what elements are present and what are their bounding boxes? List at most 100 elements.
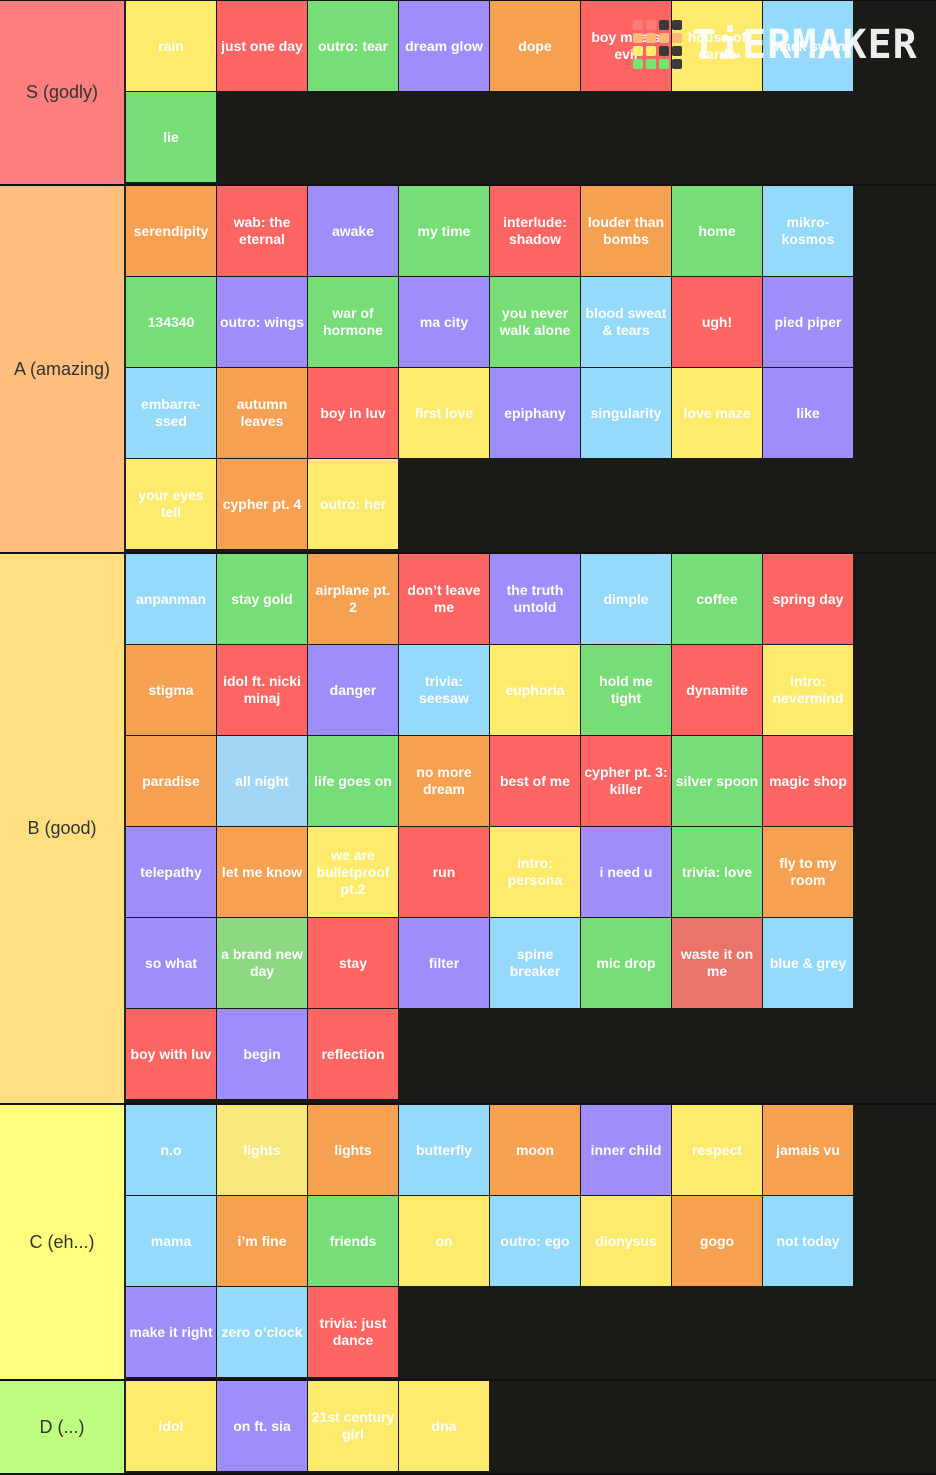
tier-item[interactable]: respect <box>672 1105 762 1195</box>
tier-item[interactable]: lie <box>126 92 216 182</box>
tier-item[interactable]: paradise <box>126 736 216 826</box>
tier-item[interactable]: don’t leave me <box>399 554 489 644</box>
tier-item[interactable]: war of hormone <box>308 277 398 367</box>
tier-item[interactable]: boy with luv <box>126 1009 216 1099</box>
tier-item[interactable]: outro: ego <box>490 1196 580 1286</box>
tier-item[interactable]: coffee <box>672 554 762 644</box>
tier-item[interactable]: spring day <box>763 554 853 644</box>
tier-item[interactable]: the truth untold <box>490 554 580 644</box>
tier-item[interactable]: n.o <box>126 1105 216 1195</box>
tier-item[interactable]: outro: tear <box>308 1 398 91</box>
tier-item[interactable]: waste it on me <box>672 918 762 1008</box>
tier-item[interactable]: love maze <box>672 368 762 458</box>
tier-item[interactable]: anpanman <box>126 554 216 644</box>
tier-item[interactable]: gogo <box>672 1196 762 1286</box>
tier-item[interactable]: moon <box>490 1105 580 1195</box>
tier-item[interactable]: awake <box>308 186 398 276</box>
tier-item[interactable]: singularity <box>581 368 671 458</box>
tier-item[interactable]: 134340 <box>126 277 216 367</box>
tier-item[interactable]: filter <box>399 918 489 1008</box>
tier-item[interactable]: serendipity <box>126 186 216 276</box>
tier-item[interactable]: louder than bombs <box>581 186 671 276</box>
tier-item[interactable]: you never walk alone <box>490 277 580 367</box>
tier-item[interactable]: jamais vu <box>763 1105 853 1195</box>
tier-item[interactable]: blood sweat & tears <box>581 277 671 367</box>
tier-item[interactable]: idol <box>126 1381 216 1471</box>
tier-item[interactable]: zero o’clock <box>217 1287 307 1377</box>
tier-item[interactable]: my time <box>399 186 489 276</box>
tier-item[interactable]: lights <box>217 1105 307 1195</box>
tier-item[interactable]: dynamite <box>672 645 762 735</box>
tier-item[interactable]: outro: her <box>308 459 398 549</box>
tier-item[interactable]: euphoria <box>490 645 580 735</box>
tier-item[interactable]: embarra-ssed <box>126 368 216 458</box>
tier-item[interactable]: mic drop <box>581 918 671 1008</box>
tier-item[interactable]: idol ft. nicki minaj <box>217 645 307 735</box>
tier-item[interactable]: interlude: shadow <box>490 186 580 276</box>
tier-item[interactable]: 21st century girl <box>308 1381 398 1471</box>
tier-item[interactable]: run <box>399 827 489 917</box>
tier-item[interactable]: mama <box>126 1196 216 1286</box>
tier-item[interactable]: reflection <box>308 1009 398 1099</box>
tier-item[interactable]: cypher pt. 3: killer <box>581 736 671 826</box>
tier-item[interactable]: trivia: just dance <box>308 1287 398 1377</box>
tier-item[interactable]: boy in luv <box>308 368 398 458</box>
tier-item[interactable]: trivia: seesaw <box>399 645 489 735</box>
tier-item[interactable]: pied piper <box>763 277 853 367</box>
tier-item[interactable]: a brand new day <box>217 918 307 1008</box>
tier-item[interactable]: epiphany <box>490 368 580 458</box>
tier-item[interactable]: boy meets evil <box>581 1 671 91</box>
tier-item[interactable]: i need u <box>581 827 671 917</box>
tier-item[interactable]: stay <box>308 918 398 1008</box>
tier-item[interactable]: trivia: love <box>672 827 762 917</box>
tier-item[interactable]: rain <box>126 1 216 91</box>
tier-item[interactable]: ma city <box>399 277 489 367</box>
tier-item[interactable]: dope <box>490 1 580 91</box>
tier-item[interactable]: telepathy <box>126 827 216 917</box>
tier-item[interactable]: dna <box>399 1381 489 1471</box>
tier-item[interactable]: intro: persona <box>490 827 580 917</box>
tier-item[interactable]: best of me <box>490 736 580 826</box>
tier-item[interactable]: intro: nevermind <box>763 645 853 735</box>
tier-item[interactable]: ugh! <box>672 277 762 367</box>
tier-item[interactable]: black swan <box>763 1 853 91</box>
tier-item[interactable]: dream glow <box>399 1 489 91</box>
tier-item[interactable]: make it right <box>126 1287 216 1377</box>
tier-item[interactable]: fly to my room <box>763 827 853 917</box>
tier-item[interactable]: i’m fine <box>217 1196 307 1286</box>
tier-item[interactable]: house of cards <box>672 1 762 91</box>
tier-item[interactable]: let me know <box>217 827 307 917</box>
tier-item[interactable]: home <box>672 186 762 276</box>
tier-item[interactable]: airplane pt. 2 <box>308 554 398 644</box>
tier-item[interactable]: on <box>399 1196 489 1286</box>
tier-item[interactable]: spine breaker <box>490 918 580 1008</box>
tier-item[interactable]: begin <box>217 1009 307 1099</box>
tier-item[interactable]: butterfly <box>399 1105 489 1195</box>
tier-item[interactable]: your eyes tell <box>126 459 216 549</box>
tier-item[interactable]: lights <box>308 1105 398 1195</box>
tier-item[interactable]: mikro-kosmos <box>763 186 853 276</box>
tier-item[interactable]: magic shop <box>763 736 853 826</box>
tier-item[interactable]: outro: wings <box>217 277 307 367</box>
tier-item[interactable]: not today <box>763 1196 853 1286</box>
tier-item[interactable]: hold me tight <box>581 645 671 735</box>
tier-item[interactable]: so what <box>126 918 216 1008</box>
tier-item[interactable]: friends <box>308 1196 398 1286</box>
tier-item[interactable]: on ft. sia <box>217 1381 307 1471</box>
tier-item[interactable]: stigma <box>126 645 216 735</box>
tier-item[interactable]: inner child <box>581 1105 671 1195</box>
tier-item[interactable]: life goes on <box>308 736 398 826</box>
tier-item[interactable]: stay gold <box>217 554 307 644</box>
tier-item[interactable]: wab: the eternal <box>217 186 307 276</box>
tier-item[interactable]: danger <box>308 645 398 735</box>
tier-item[interactable]: like <box>763 368 853 458</box>
tier-item[interactable]: cypher pt. 4 <box>217 459 307 549</box>
tier-item[interactable]: dimple <box>581 554 671 644</box>
tier-item[interactable]: autumn leaves <box>217 368 307 458</box>
tier-item[interactable]: all night <box>217 736 307 826</box>
tier-item[interactable]: dionysus <box>581 1196 671 1286</box>
tier-item[interactable]: first love <box>399 368 489 458</box>
tier-item[interactable]: no more dream <box>399 736 489 826</box>
tier-item[interactable]: blue & grey <box>763 918 853 1008</box>
tier-item[interactable]: silver spoon <box>672 736 762 826</box>
